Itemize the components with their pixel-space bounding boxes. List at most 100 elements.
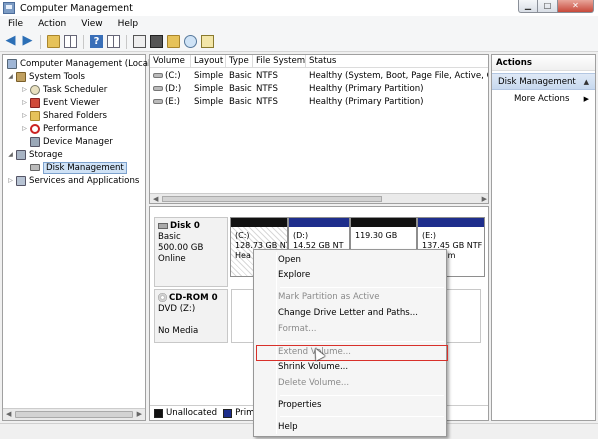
actions-title: Actions <box>492 55 595 71</box>
show-hide-tree-icon[interactable] <box>64 35 77 48</box>
actions-section-disk-management[interactable]: Disk Management <box>492 73 595 91</box>
menu-item-delete-volume[interactable]: Delete Volume... <box>278 377 349 390</box>
disk-type: Basic <box>158 232 181 242</box>
column-header-layout[interactable]: Layout <box>191 55 226 68</box>
menu-item-format[interactable]: Format... <box>278 323 316 336</box>
menu-item-help[interactable]: Help <box>278 421 298 434</box>
partition-label: (E:) <box>422 231 436 240</box>
column-header-file-system[interactable]: File System <box>253 55 306 68</box>
menu-item-explore[interactable]: Explore <box>278 269 310 282</box>
column-header-status[interactable]: Status <box>306 55 488 68</box>
tree-item-performance[interactable]: ▷ Performance <box>21 122 97 135</box>
toolbar-separator <box>83 34 84 49</box>
partition-color-bar <box>351 218 416 227</box>
window-title: Computer Management <box>20 2 133 14</box>
computer-icon <box>7 58 17 69</box>
cdrom-drive: DVD (Z:) <box>158 304 196 314</box>
partition-label: (C:) <box>235 231 250 240</box>
menu-separator <box>280 395 444 396</box>
menu-bar: File Action View Help <box>0 16 598 32</box>
connect-icon[interactable] <box>133 35 146 48</box>
tree-item-task-scheduler[interactable]: ▷ Task Scheduler <box>21 83 107 96</box>
tree-item-shared-folders[interactable]: ▷ Shared Folders <box>21 109 107 122</box>
scroll-right-icon[interactable]: ▶ <box>137 410 142 418</box>
disk-0-info[interactable]: Disk 0 Basic 500.00 GB Online <box>154 217 228 287</box>
table-row[interactable]: (E:) Simple Basic NTFS Healthy (Primary … <box>150 96 488 109</box>
scrollbar-thumb[interactable] <box>15 411 133 418</box>
expand-arrow-icon[interactable]: ▷ <box>21 99 28 106</box>
minimize-button[interactable]: ▁ <box>518 0 538 13</box>
forward-arrow-icon[interactable]: ▶ <box>21 34 34 48</box>
column-header-volume[interactable]: Volume <box>150 55 191 68</box>
cdrom-0-info[interactable]: CD-ROM 0 DVD (Z:) No Media <box>154 289 228 343</box>
type-cell: Basic <box>229 97 252 107</box>
cd-rom-icon <box>158 293 167 302</box>
volume-cell: (E:) <box>150 96 191 109</box>
expand-arrow-icon[interactable]: ▷ <box>21 112 28 119</box>
scrollbar-thumb[interactable] <box>162 196 382 202</box>
menu-file[interactable]: File <box>0 19 30 29</box>
tree-item-computer-management[interactable]: Computer Management (Local <box>5 57 150 70</box>
disk-size: 500.00 GB <box>158 243 204 253</box>
column-header-type[interactable]: Type <box>226 55 253 68</box>
tree-item-device-manager[interactable]: Device Manager <box>28 135 113 148</box>
expand-arrow-icon[interactable]: ▷ <box>21 125 28 132</box>
partition-color-bar <box>231 218 287 227</box>
expand-arrow-icon[interactable]: ▷ <box>7 177 14 184</box>
scroll-right-icon[interactable]: ▶ <box>482 195 487 203</box>
volume-cell: (D:) <box>150 83 191 96</box>
actions-pane: Actions Disk Management More Actions <box>491 54 596 421</box>
more-actions[interactable]: More Actions <box>492 92 595 106</box>
layout-cell: Simple <box>194 71 224 81</box>
search-icon[interactable] <box>184 35 197 48</box>
table-row[interactable]: (C:) Simple Basic NTFS Healthy (System, … <box>150 70 488 83</box>
menu-help[interactable]: Help <box>110 19 146 29</box>
status-cell: Healthy (Primary Partition) <box>309 97 424 107</box>
menu-item-mark-partition-active[interactable]: Mark Partition as Active <box>278 291 380 304</box>
cdrom-media: No Media <box>158 326 199 336</box>
type-cell: Basic <box>229 71 252 81</box>
menu-item-shrink-volume[interactable]: Shrink Volume... <box>278 361 348 374</box>
rescan-disks-icon[interactable] <box>150 35 163 48</box>
tree-item-storage[interactable]: ◢ Storage <box>7 148 63 161</box>
volume-list-horizontal-scrollbar[interactable]: ◀ ▶ <box>150 193 488 203</box>
properties-icon[interactable] <box>201 35 214 48</box>
tree-item-services-and-applications[interactable]: ▷ Services and Applications <box>7 174 139 187</box>
tree-item-disk-management[interactable]: Disk Management <box>28 161 127 174</box>
hard-disk-icon <box>158 222 168 229</box>
scroll-left-icon[interactable]: ◀ <box>6 410 11 418</box>
close-button[interactable]: ✕ <box>558 0 594 13</box>
tree-horizontal-scrollbar[interactable]: ◀ ▶ <box>3 408 145 420</box>
tree-item-event-viewer[interactable]: ▷ Event Viewer <box>21 96 100 109</box>
file-system-cell: NTFS <box>256 71 278 81</box>
menu-view[interactable]: View <box>73 19 109 29</box>
storage-icon <box>16 149 26 160</box>
tree-item-system-tools[interactable]: ◢ System Tools <box>7 70 85 83</box>
cdrom-name: CD-ROM 0 <box>169 293 218 303</box>
expand-arrow-icon[interactable]: ▷ <box>21 86 28 93</box>
menu-item-properties[interactable]: Properties <box>278 399 321 412</box>
collapse-arrow-icon[interactable]: ◢ <box>7 151 14 158</box>
title-bar: Computer Management ▁ □ ✕ <box>0 0 598 16</box>
unallocated-swatch <box>154 408 163 418</box>
menu-separator <box>280 341 444 342</box>
help-icon[interactable]: ? <box>90 35 103 48</box>
action-pane-icon[interactable] <box>107 35 120 48</box>
back-arrow-icon[interactable]: ◀ <box>4 34 17 48</box>
legend-unallocated: Unallocated <box>166 408 218 418</box>
menu-item-change-drive-letter[interactable]: Change Drive Letter and Paths... <box>278 307 418 320</box>
table-row[interactable]: (D:) Simple Basic NTFS Healthy (Primary … <box>150 83 488 96</box>
console-tree: Computer Management (Local ◢ System Tool… <box>2 54 150 421</box>
scroll-left-icon[interactable]: ◀ <box>153 195 158 203</box>
maximize-button[interactable]: □ <box>538 0 558 13</box>
toolbar-separator <box>126 34 127 49</box>
menu-item-open[interactable]: Open <box>278 254 301 267</box>
up-folder-icon[interactable] <box>47 35 60 48</box>
primary-swatch <box>223 408 233 418</box>
volume-cell: (C:) <box>150 70 191 83</box>
context-menu: Open Explore Mark Partition as Active Ch… <box>253 249 448 437</box>
disk-name: Disk 0 <box>170 221 200 231</box>
menu-action[interactable]: Action <box>30 19 73 29</box>
collapse-arrow-icon[interactable]: ◢ <box>7 73 14 80</box>
open-folder-icon[interactable] <box>167 35 180 48</box>
